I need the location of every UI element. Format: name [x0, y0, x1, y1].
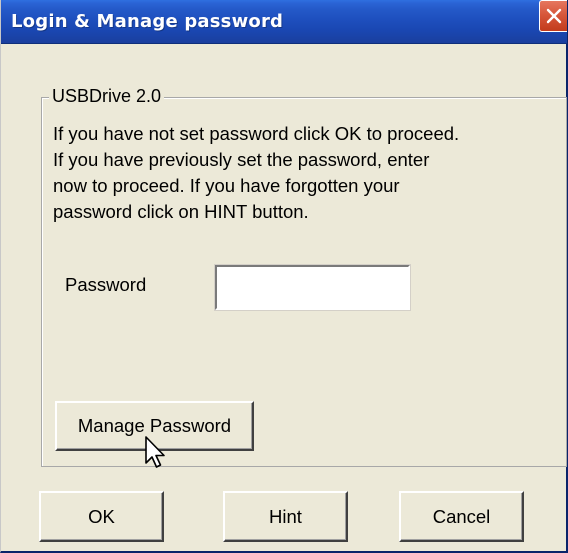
- hint-button[interactable]: Hint: [223, 491, 348, 542]
- instruction-line: now to proceed. If you have forgotten yo…: [53, 175, 400, 196]
- ok-button[interactable]: OK: [39, 491, 164, 542]
- manage-password-button[interactable]: Manage Password: [55, 401, 254, 451]
- instruction-text: If you have not set password click OK to…: [53, 121, 568, 225]
- groupbox-legend: USBDrive 2.0: [49, 86, 165, 107]
- instruction-line: If you have previously set the password,…: [53, 149, 430, 170]
- close-icon: [546, 8, 561, 24]
- login-dialog: Login & Manage password USBDrive 2.0 If …: [0, 0, 568, 553]
- instruction-line: If you have not set password click OK to…: [53, 123, 460, 144]
- cancel-button[interactable]: Cancel: [399, 491, 524, 542]
- instruction-line: password click on HINT button.: [53, 201, 309, 222]
- close-button[interactable]: [539, 0, 567, 32]
- window-title: Login & Manage password: [11, 11, 284, 32]
- password-label: Password: [65, 274, 147, 295]
- password-input[interactable]: [214, 264, 411, 311]
- title-bar[interactable]: Login & Manage password: [1, 0, 567, 44]
